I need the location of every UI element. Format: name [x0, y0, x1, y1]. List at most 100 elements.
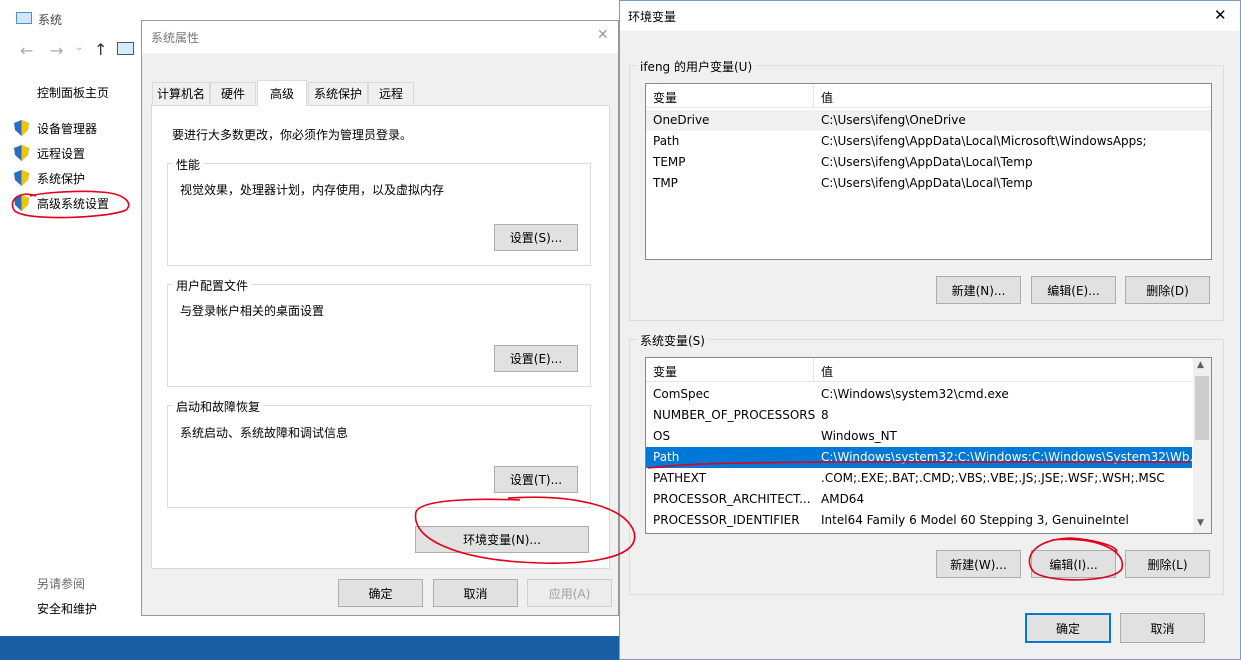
variable-name: PROCESSOR_ARCHITECT... [653, 492, 811, 506]
variable-name: Path [653, 450, 680, 464]
environment-variables-button[interactable]: 环境变量(N)... [415, 526, 589, 553]
environment-variables-dialog: 环境变量 ✕ ifeng 的用户变量(U) 变量 值 OneDrive C:\U… [619, 0, 1241, 660]
list-item[interactable]: PROCESSOR_ARCHITECT... AMD64 [646, 489, 1211, 510]
tab-advanced[interactable]: 高级 [257, 80, 307, 106]
system-protection-link[interactable]: 系统保护 [37, 170, 85, 187]
column-header-variable[interactable]: 变量 [653, 89, 677, 106]
variable-value: C:\Windows\system32;C:\Windows;C:\Window… [821, 450, 1201, 464]
cancel-button[interactable]: 取消 [433, 579, 518, 607]
variable-value: C:\Users\ifeng\AppData\Local\Temp [821, 176, 1033, 190]
sysprops-title: 系统属性 [151, 31, 200, 45]
variable-value: .COM;.EXE;.BAT;.CMD;.VBS;.VBE;.JS;.JSE;.… [821, 471, 1165, 485]
variable-name: TEMP [653, 155, 686, 169]
variable-value: Intel64 Family 6 Model 60 Stepping 3, Ge… [821, 513, 1129, 527]
scroll-thumb[interactable] [1195, 376, 1209, 440]
column-divider [813, 358, 814, 382]
control-panel-home-link[interactable]: 控制面板主页 [37, 84, 109, 101]
see-also-label: 另请参阅 [37, 577, 86, 591]
variable-name: OS [653, 429, 671, 443]
list-item-selected[interactable]: Path C:\Windows\system32;C:\Windows;C:\W… [646, 447, 1201, 468]
system-properties-dialog: 系统属性 ✕ 计算机名 硬件 高级 系统保护 远程 要进行大多数更改，你必须作为… [141, 20, 619, 616]
shield-icon [14, 120, 29, 136]
variable-name: ComSpec [653, 387, 710, 401]
variable-value: AMD64 [821, 492, 865, 506]
env-title: 环境变量 [628, 10, 677, 24]
shield-icon [14, 145, 29, 161]
user-delete-button[interactable]: 删除(D) [1125, 276, 1210, 304]
variable-value: C:\Users\ifeng\AppData\Local\Temp [821, 155, 1033, 169]
back-arrow-icon[interactable]: ← [20, 41, 33, 60]
up-arrow-icon[interactable]: ↑ [94, 40, 107, 59]
column-header-value[interactable]: 值 [821, 89, 833, 106]
tab-remote[interactable]: 远程 [368, 82, 414, 104]
env-cancel-button[interactable]: 取消 [1120, 613, 1205, 643]
list-item[interactable]: OneDrive C:\Users\ifeng\OneDrive [646, 110, 1211, 131]
system-variables-title: 系统变量(S) [637, 332, 708, 349]
variable-value: Windows_NT [821, 429, 897, 443]
ok-button[interactable]: 确定 [338, 579, 423, 607]
chevron-down-icon[interactable]: ⌄ [75, 42, 83, 53]
list-item[interactable]: ComSpec C:\Windows\system32\cmd.exe [646, 384, 1211, 405]
nav-bar: ← → ⌄ ↑ [0, 38, 140, 64]
list-item[interactable]: NUMBER_OF_PROCESSORS 8 [646, 405, 1211, 426]
advanced-system-settings-link[interactable]: 高级系统设置 [37, 195, 109, 212]
shield-icon [14, 195, 29, 211]
computer-icon [16, 12, 32, 24]
vertical-scrollbar[interactable]: ▲ ▼ [1193, 358, 1211, 533]
variable-value: 8 [821, 408, 829, 422]
sysprops-title-bar: 系统属性 ✕ [142, 21, 618, 53]
tab-computer-name[interactable]: 计算机名 [152, 82, 210, 104]
user-profiles-settings-button[interactable]: 设置(E)... [494, 345, 578, 372]
user-variables-title: ifeng 的用户变量(U) [637, 58, 756, 75]
system-delete-button[interactable]: 删除(L) [1125, 550, 1210, 578]
variable-name: TMP [653, 176, 678, 190]
advanced-tab-panel: 要进行大多数更改，你必须作为管理员登录。 性能 视觉效果，处理器计划，内存使用，… [151, 105, 610, 569]
variable-name: Path [653, 134, 680, 148]
env-title-bar: 环境变量 ✕ [620, 1, 1240, 31]
scroll-up-icon[interactable]: ▲ [1197, 360, 1204, 370]
scroll-down-icon[interactable]: ▼ [1197, 518, 1204, 528]
close-icon[interactable]: ✕ [1214, 6, 1227, 24]
remote-settings-link[interactable]: 远程设置 [37, 145, 85, 162]
list-item[interactable]: PATHEXT .COM;.EXE;.BAT;.CMD;.VBS;.VBE;.J… [646, 468, 1211, 489]
tab-hardware[interactable]: 硬件 [210, 82, 256, 104]
variable-value: C:\Windows\system32\cmd.exe [821, 387, 1009, 401]
column-divider [813, 84, 814, 108]
performance-title: 性能 [173, 156, 204, 173]
list-item[interactable]: TMP C:\Users\ifeng\AppData\Local\Temp [646, 173, 1211, 194]
performance-desc: 视觉效果，处理器计划，内存使用，以及虚拟内存 [180, 183, 445, 197]
performance-settings-button[interactable]: 设置(S)... [494, 224, 578, 251]
list-item[interactable]: OS Windows_NT [646, 426, 1211, 447]
user-edit-button[interactable]: 编辑(E)... [1031, 276, 1116, 304]
forward-arrow-icon[interactable]: → [50, 41, 63, 60]
startup-recovery-settings-button[interactable]: 设置(T)... [494, 466, 578, 493]
list-item[interactable]: PROCESSOR_IDENTIFIER Intel64 Family 6 Mo… [646, 510, 1211, 531]
device-manager-link[interactable]: 设备管理器 [37, 120, 97, 137]
env-ok-button[interactable]: 确定 [1025, 613, 1111, 643]
user-variables-list[interactable]: 变量 值 OneDrive C:\Users\ifeng\OneDrive Pa… [645, 83, 1212, 260]
security-maintenance-link[interactable]: 安全和维护 [37, 600, 97, 617]
startup-recovery-desc: 系统启动、系统故障和调试信息 [180, 426, 349, 440]
system-list-header: 变量 值 [646, 358, 1211, 382]
column-header-value[interactable]: 值 [821, 363, 833, 380]
user-new-button[interactable]: 新建(N)... [936, 276, 1021, 304]
admin-notice: 要进行大多数更改，你必须作为管理员登录。 [172, 128, 413, 142]
system-edit-button[interactable]: 编辑(I)... [1031, 550, 1116, 578]
system-window-title: 系统 [38, 13, 63, 27]
variable-name: NUMBER_OF_PROCESSORS [653, 408, 816, 422]
variable-name: PATHEXT [653, 471, 707, 485]
close-icon[interactable]: ✕ [597, 27, 609, 43]
tab-system-protection[interactable]: 系统保护 [308, 82, 368, 104]
system-new-button[interactable]: 新建(W)... [936, 550, 1021, 578]
monitor-icon [117, 42, 134, 55]
variable-name: OneDrive [653, 113, 710, 127]
apply-button[interactable]: 应用(A) [527, 579, 612, 607]
variable-name: PROCESSOR_IDENTIFIER [653, 513, 800, 527]
system-variables-list[interactable]: 变量 值 ComSpec C:\Windows\system32\cmd.exe… [645, 357, 1212, 534]
column-header-variable[interactable]: 变量 [653, 363, 677, 380]
list-item[interactable]: TEMP C:\Users\ifeng\AppData\Local\Temp [646, 152, 1211, 173]
user-profiles-title: 用户配置文件 [173, 277, 252, 294]
variable-value: C:\Users\ifeng\OneDrive [821, 113, 966, 127]
shield-icon [14, 170, 29, 186]
list-item[interactable]: Path C:\Users\ifeng\AppData\Local\Micros… [646, 131, 1211, 152]
